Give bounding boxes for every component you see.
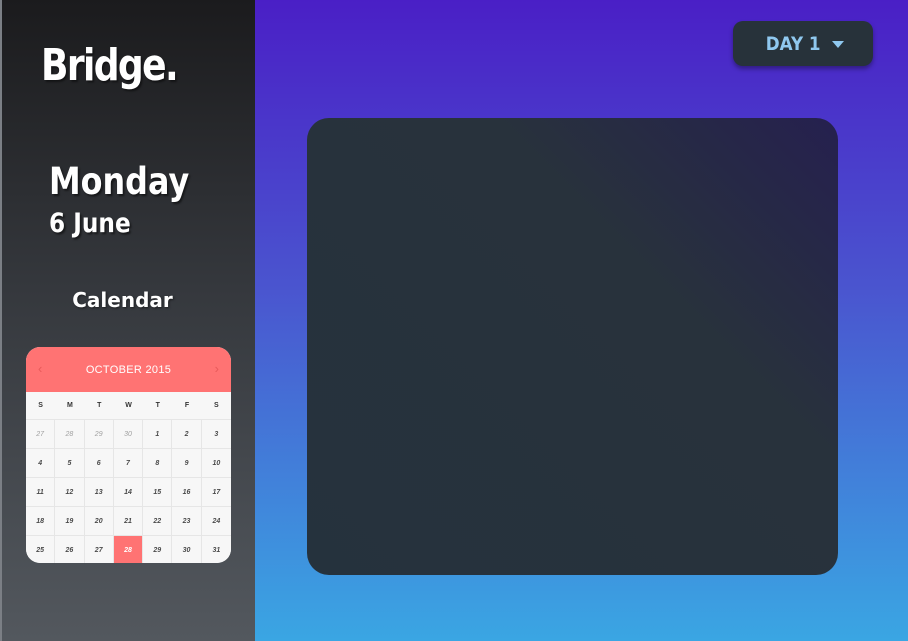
calendar-day-cell[interactable]: 19 <box>55 507 85 536</box>
calendar-day-cell[interactable]: 12 <box>55 478 85 507</box>
calendar-day-cell[interactable]: 10 <box>201 449 231 478</box>
calendar-day-cell[interactable]: 30 <box>113 420 144 449</box>
calendar-day-cell[interactable]: 3 <box>201 420 231 449</box>
calendar-day-cell[interactable]: 21 <box>113 507 144 536</box>
current-day-name: Monday <box>49 160 190 203</box>
calendar-weekday-header: T <box>143 392 173 420</box>
logo[interactable]: Bridge. <box>41 40 179 91</box>
calendar-day-cell[interactable]: 31 <box>202 536 231 563</box>
calendar-weekday-header: T <box>84 392 114 420</box>
calendar-day-cell[interactable]: 16 <box>172 478 202 507</box>
current-date: 6 June <box>49 208 131 239</box>
calendar-day-cell[interactable]: 6 <box>84 449 114 478</box>
calendar-day-cell[interactable]: 2 <box>172 420 202 449</box>
calendar-day-cell[interactable]: 11 <box>26 478 56 507</box>
chevron-down-icon <box>832 41 845 48</box>
calendar-day-cell[interactable]: 18 <box>26 507 56 536</box>
calendar-weekday-header: W <box>113 392 144 420</box>
calendar-day-cell[interactable]: 9 <box>172 449 202 478</box>
calendar-day-cell[interactable]: 4 <box>26 449 56 478</box>
calendar-day-cell[interactable]: 26 <box>55 536 85 563</box>
calendar-day-cell[interactable]: 17 <box>201 478 231 507</box>
calendar-day-cell[interactable]: 28 <box>113 536 144 563</box>
calendar-day-cell[interactable]: 30 <box>172 536 202 563</box>
calendar-day-cell[interactable]: 25 <box>26 536 56 563</box>
calendar-weekday-header: S <box>26 392 56 420</box>
calendar-weekday-header: S <box>201 392 231 420</box>
calendar-prev-month-icon[interactable]: ‹ <box>38 361 42 376</box>
calendar-day-cell[interactable]: 22 <box>143 507 173 536</box>
calendar-header: ‹ OCTOBER 2015 › <box>26 347 231 392</box>
calendar-day-cell[interactable]: 14 <box>113 478 144 507</box>
calendar-day-cell[interactable]: 28 <box>55 420 85 449</box>
calendar-day-cell[interactable]: 13 <box>84 478 114 507</box>
calendar-day-cell[interactable]: 29 <box>84 420 114 449</box>
day-selector-button[interactable]: DAY 1 <box>733 21 873 66</box>
calendar-weekday-header: M <box>55 392 85 420</box>
calendar-day-cell[interactable]: 20 <box>84 507 114 536</box>
calendar-day-cell[interactable]: 8 <box>143 449 173 478</box>
calendar-day-cell[interactable]: 23 <box>172 507 202 536</box>
calendar-next-month-icon[interactable]: › <box>215 361 219 376</box>
calendar-day-cell[interactable]: 7 <box>113 449 144 478</box>
calendar-day-cell[interactable]: 1 <box>143 420 173 449</box>
calendar-day-cell[interactable]: 5 <box>55 449 85 478</box>
calendar-month-label: OCTOBER 2015 <box>85 363 172 376</box>
calendar-weekday-header: F <box>172 392 202 420</box>
calendar-day-cell[interactable]: 15 <box>143 478 173 507</box>
main-content-panel <box>307 118 838 575</box>
calendar-day-cell[interactable]: 27 <box>85 536 114 563</box>
calendar-day-cell[interactable]: 27 <box>26 420 56 449</box>
day-selector-label: DAY 1 <box>765 32 821 55</box>
sidebar-edge <box>0 0 2 641</box>
calendar-day-cell[interactable]: 29 <box>143 536 173 563</box>
calendar-grid: S M T W T F S 27 28 29 30 1 2 3 4 5 6 7 8 9 10 11 12 13 14 15 16 17… <box>26 392 231 563</box>
calendar-widget: ‹ OCTOBER 2015 › S M T W T F S 27 28 29 30 1 2 3 4 5 6 7 8… <box>26 347 231 563</box>
calendar-day-cell[interactable]: 24 <box>201 507 231 536</box>
sidebar: Bridge. Monday 6 June Calendar ‹ OCTOBER… <box>0 0 255 641</box>
calendar-heading: Calendar <box>72 288 173 312</box>
